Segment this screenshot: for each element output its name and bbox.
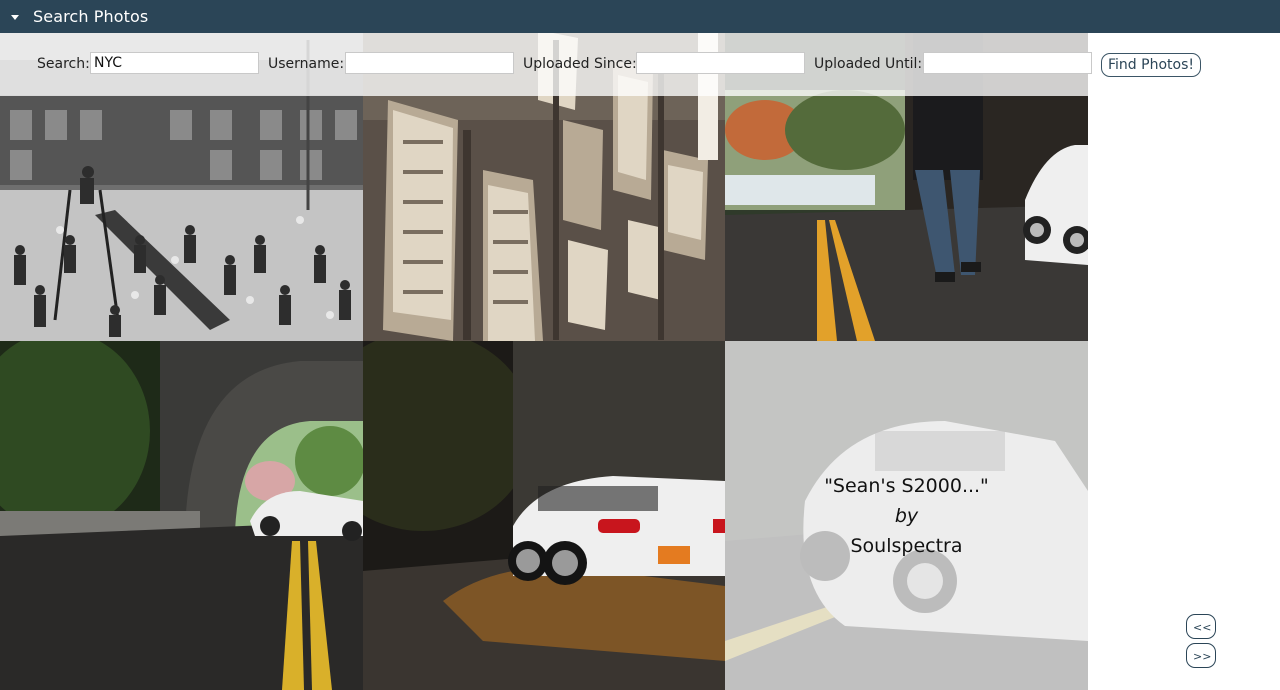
uploaded-until-input[interactable]: [923, 52, 1092, 74]
photo-caption-author: Soulspectra: [850, 534, 963, 557]
search-form: Search: Username: Uploaded Since: Upload…: [0, 33, 1280, 96]
photo-tile-s2000-rear[interactable]: [363, 341, 725, 690]
photo-caption-overlay: "Sean's S2000..." by Soulspectra: [725, 341, 1088, 690]
uploaded-since-label: Uploaded Since:: [523, 56, 637, 72]
photo-tile-tunnel-car[interactable]: [0, 341, 363, 690]
username-input[interactable]: [345, 52, 514, 74]
previous-page-button[interactable]: <<: [1186, 614, 1216, 639]
find-photos-button[interactable]: Find Photos!: [1101, 53, 1201, 77]
photo-caption-title: "Sean's S2000...": [824, 474, 989, 497]
next-page-button[interactable]: >>: [1186, 643, 1216, 668]
collapse-triangle-icon[interactable]: [11, 14, 19, 20]
photo-tunnel-car-image: [0, 341, 363, 690]
photo-caption-by: by: [894, 504, 919, 527]
search-photos-header[interactable]: Search Photos: [0, 0, 1280, 33]
header-title: Search Photos: [33, 7, 149, 26]
photo-s2000-rear-image: [363, 341, 725, 690]
uploaded-until-label: Uploaded Until:: [814, 56, 923, 72]
uploaded-since-input[interactable]: [636, 52, 805, 74]
search-input[interactable]: [90, 52, 259, 74]
username-label: Username:: [268, 56, 345, 72]
search-label: Search:: [37, 56, 90, 72]
